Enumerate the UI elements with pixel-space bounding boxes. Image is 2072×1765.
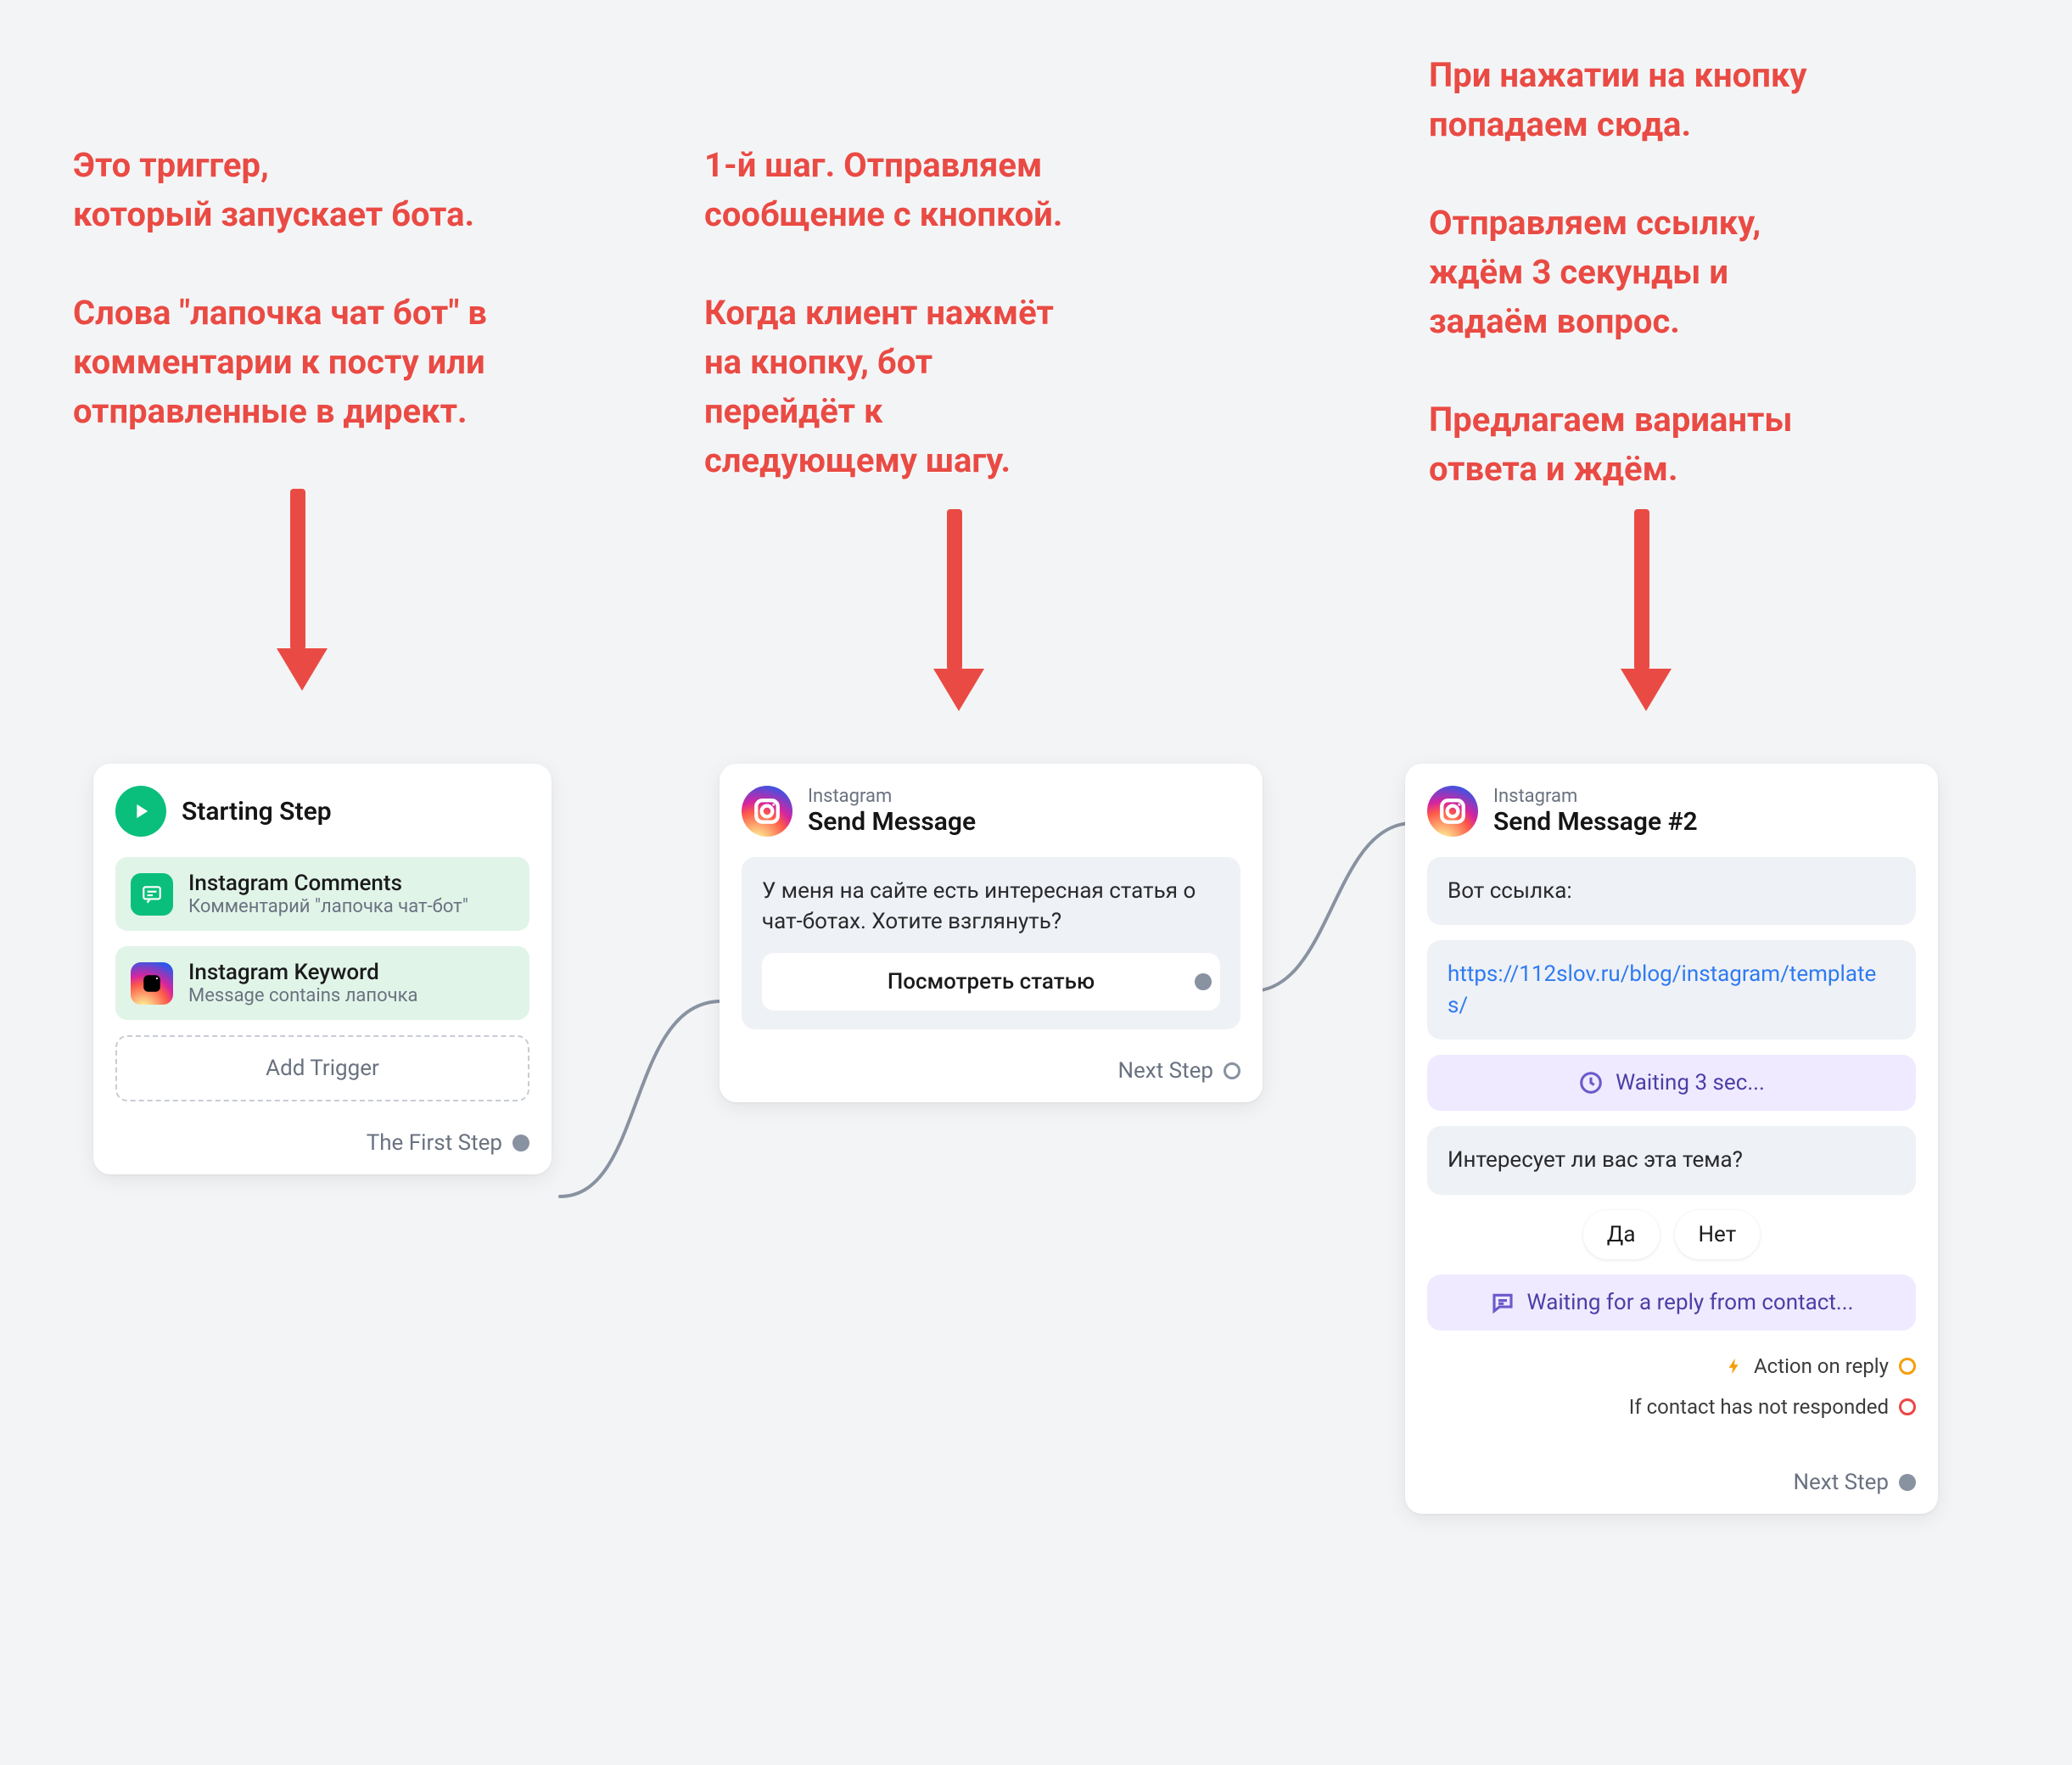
action-label: If contact has not responded	[1629, 1395, 1889, 1419]
platform-label: Instagram	[808, 786, 976, 807]
footer-label: Next Step	[1793, 1470, 1889, 1495]
port-dot	[1195, 973, 1212, 990]
chat-icon	[1490, 1290, 1515, 1315]
footer-label: The First Step	[367, 1130, 502, 1156]
arrow-1	[277, 489, 319, 691]
trigger-instagram-comments[interactable]: Instagram Comments Комментарий "лапочка …	[115, 857, 529, 931]
trigger-sub: Message contains лапочка	[188, 985, 417, 1006]
port-dot	[1899, 1474, 1916, 1491]
instagram-icon	[1427, 786, 1478, 837]
connector-1	[543, 967, 738, 1239]
trigger-title: Instagram Comments	[188, 871, 468, 896]
instagram-icon	[131, 962, 173, 1005]
trigger-sub: Комментарий "лапочка чат-бот"	[188, 896, 468, 917]
message-bubble[interactable]: Вот ссылка:	[1427, 857, 1916, 925]
comment-icon	[131, 873, 173, 916]
action-on-reply[interactable]: Action on reply	[1427, 1346, 1916, 1387]
instagram-icon	[742, 786, 792, 837]
message-text: У меня на сайте есть интересная статья о…	[762, 878, 1196, 934]
reply-no[interactable]: Нет	[1675, 1210, 1761, 1259]
trigger-instagram-keyword[interactable]: Instagram Keyword Message contains лапоч…	[115, 946, 529, 1020]
card-send-message-1[interactable]: Instagram Send Message У меня на сайте е…	[720, 764, 1263, 1102]
link-bubble[interactable]: https://112slov.ru/blog/instagram/templa…	[1427, 940, 1916, 1039]
bolt-icon	[1725, 1357, 1744, 1376]
port-dot	[512, 1135, 529, 1151]
trigger-title: Instagram Keyword	[188, 960, 417, 985]
card-title: Starting Step	[182, 797, 332, 826]
annotation-3: При нажатии на кнопку попадаем сюда. Отп…	[1429, 51, 1807, 494]
link-text: https://112slov.ru/blog/instagram/templa…	[1448, 961, 1876, 1017]
action-label: Action on reply	[1754, 1354, 1889, 1378]
card-footer-next-step[interactable]: Next Step	[1427, 1470, 1916, 1495]
card-footer-next-step[interactable]: Next Step	[742, 1058, 1240, 1084]
port-ring	[1224, 1062, 1240, 1079]
card-footer-first-step[interactable]: The First Step	[115, 1130, 529, 1156]
button-label: Посмотреть статью	[888, 969, 1095, 995]
connector-2	[1239, 789, 1425, 1027]
no-response[interactable]: If contact has not responded	[1427, 1387, 1916, 1427]
message-bubble[interactable]: У меня на сайте есть интересная статья о…	[742, 857, 1240, 1029]
waiting-reply-block[interactable]: Waiting for a reply from contact...	[1427, 1275, 1916, 1331]
card-title: Send Message	[808, 807, 976, 837]
platform-label: Instagram	[1493, 786, 1698, 807]
add-trigger-button[interactable]: Add Trigger	[115, 1035, 529, 1101]
arrow-2	[933, 509, 976, 711]
card-send-message-2[interactable]: Instagram Send Message #2 Вот ссылка: ht…	[1405, 764, 1938, 1514]
message-text: Интересует ли вас эта тема?	[1448, 1147, 1743, 1173]
arrow-3	[1621, 509, 1663, 711]
clock-icon	[1578, 1070, 1604, 1095]
message-bubble[interactable]: Интересует ли вас эта тема?	[1427, 1126, 1916, 1194]
quick-replies: Да Нет	[1427, 1210, 1916, 1259]
port-ring	[1899, 1398, 1916, 1415]
annotation-2: 1-й шаг. Отправляем сообщение с кнопкой.…	[704, 141, 1062, 485]
port-ring	[1899, 1358, 1916, 1375]
wait-block[interactable]: Waiting 3 sec...	[1427, 1055, 1916, 1111]
card-starting-step[interactable]: Starting Step Instagram Comments Коммент…	[93, 764, 552, 1174]
waiting-reply-label: Waiting for a reply from contact...	[1527, 1290, 1854, 1315]
annotation-1: Это триггер, который запускает бота. Сло…	[73, 141, 487, 436]
card-title: Send Message #2	[1493, 807, 1698, 837]
footer-label: Next Step	[1117, 1058, 1213, 1084]
reply-yes[interactable]: Да	[1583, 1210, 1660, 1259]
message-text: Вот ссылка:	[1448, 878, 1572, 904]
message-button[interactable]: Посмотреть статью	[762, 953, 1220, 1011]
wait-label: Waiting 3 sec...	[1616, 1070, 1765, 1095]
play-icon	[115, 786, 166, 837]
